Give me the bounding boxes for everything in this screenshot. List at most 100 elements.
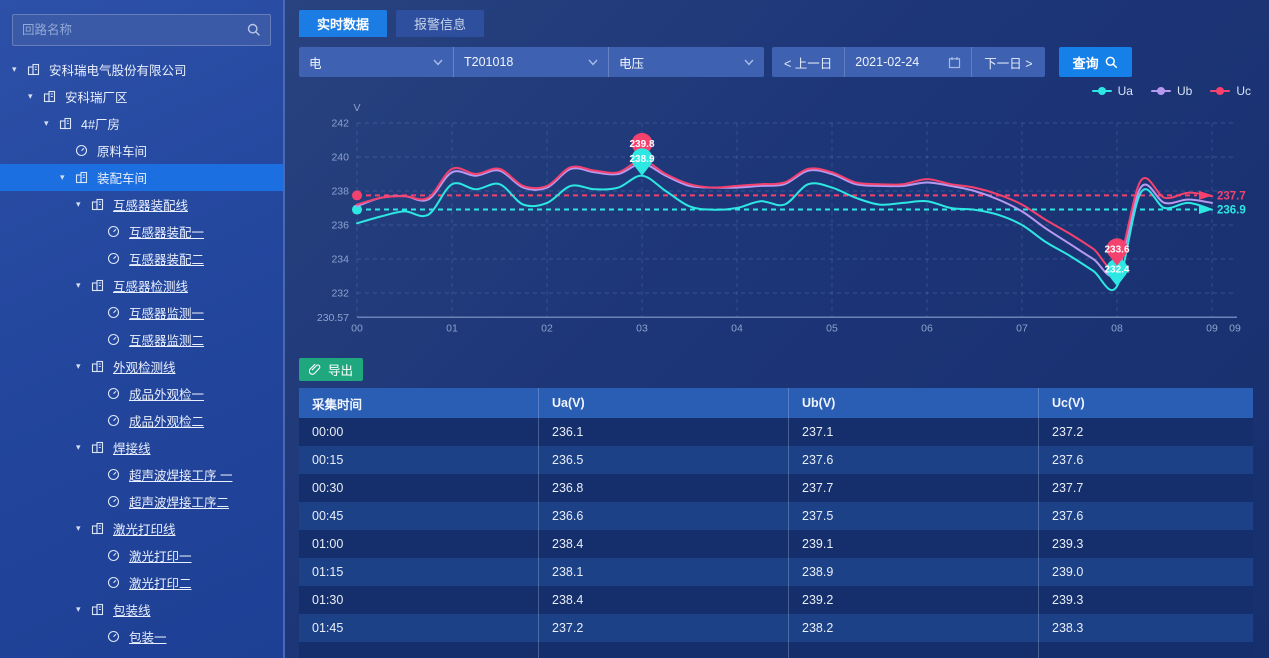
tree-item[interactable]: ▾装配车间 [0, 164, 283, 191]
tree-item[interactable]: ▾外观检测线 [0, 353, 283, 380]
svg-text:09: 09 [1229, 322, 1241, 334]
tree-item-label: 包装线 [113, 600, 151, 619]
tree-expand-arrow-icon[interactable]: ▾ [76, 199, 91, 210]
paperclip-icon [309, 363, 322, 376]
table-cell: 238.3 [1039, 614, 1253, 642]
tree-item[interactable]: 包装一 [0, 623, 283, 650]
export-button[interactable]: 导出 [299, 358, 363, 381]
tree-item[interactable]: 互感器监测一 [0, 299, 283, 326]
main-panel: 实时数据 报警信息 电 T201018 电压 < 上一日 2021-02-24 [285, 0, 1269, 658]
svg-text:238: 238 [331, 186, 349, 198]
table-cell: 00:00 [299, 418, 539, 446]
table-cell: 00:45 [299, 502, 539, 530]
tree-item[interactable]: 激光打印二 [0, 569, 283, 596]
table-cell: 238.4 [539, 586, 789, 614]
svg-text:01: 01 [446, 322, 458, 334]
tree-item[interactable]: ▾ 互感器装配线 [0, 191, 283, 218]
parameter-select[interactable]: 电压 [609, 47, 764, 77]
query-label: 查询 [1073, 53, 1099, 72]
building-icon [91, 360, 107, 373]
extreme-marker-pin: 238.9 [629, 148, 654, 176]
tree-item[interactable]: 超声波焊接工序二 [0, 488, 283, 515]
tree-item-label: 互感器装配线 [113, 195, 188, 214]
tree-expand-arrow-icon[interactable]: ▾ [12, 64, 27, 75]
chevron-down-icon [588, 59, 598, 66]
voltage-chart-wrap: 242240238236234232230.57V000102030405060… [299, 101, 1255, 354]
tree-expand-arrow-icon[interactable]: ▾ [76, 442, 91, 453]
energy-type-select[interactable]: 电 [299, 47, 454, 77]
tree-item[interactable]: ▾ 包装线 [0, 596, 283, 623]
table-row: 00:00236.1237.1237.2 [299, 418, 1253, 446]
tab-alarm-info[interactable]: 报警信息 [396, 10, 484, 37]
table-row: 01:45237.2238.2238.3 [299, 614, 1253, 642]
svg-text:04: 04 [731, 322, 743, 334]
tree-item-label: 互感器监测二 [129, 330, 204, 349]
legend-item-ub[interactable]: Ub [1151, 83, 1192, 99]
tree-item[interactable]: 超声波焊接工序 一 [0, 461, 283, 488]
tree-item-label: 原料车间 [97, 141, 147, 160]
table-header-cell: Ua(V) [539, 388, 789, 418]
filter-bar: 电 T201018 电压 < 上一日 2021-02-24 [299, 47, 1255, 77]
device-select[interactable]: T201018 [454, 47, 609, 77]
tree-item[interactable]: 激光打印一 [0, 542, 283, 569]
tree-expand-arrow-icon[interactable]: ▾ [76, 280, 91, 291]
date-picker[interactable]: 2021-02-24 [844, 47, 972, 77]
tree-item[interactable]: 成品外观检一 [0, 380, 283, 407]
tree-item[interactable]: ▾ 安科瑞厂区 [0, 83, 283, 110]
tree-expand-arrow-icon[interactable]: ▾ [76, 361, 91, 372]
svg-text:02: 02 [541, 322, 553, 334]
next-day-button[interactable]: 下一日 > [972, 47, 1044, 77]
table-cell: 239.3 [1039, 586, 1253, 614]
tree-item[interactable]: 互感器装配二 [0, 245, 283, 272]
tree-expand-arrow-icon[interactable]: ▾ [76, 523, 91, 534]
voltage-chart: 242240238236234232230.57V000102030405060… [299, 101, 1253, 351]
tree-expand-arrow-icon[interactable]: ▾ [28, 91, 43, 102]
search-icon[interactable] [247, 23, 261, 37]
circuit-search-box[interactable] [12, 14, 271, 46]
tree-item[interactable]: 互感器监测二 [0, 326, 283, 353]
energy-type-value: 电 [309, 53, 433, 72]
tree-expand-arrow-icon[interactable]: ▾ [44, 118, 59, 129]
gauge-icon [75, 144, 91, 157]
tree-item[interactable]: 原料车间 [0, 137, 283, 164]
tree-item[interactable]: ▾焊接线 [0, 434, 283, 461]
chevron-down-icon [433, 59, 443, 66]
circuit-tree: ▾安科瑞电气股份有限公司▾安科瑞厂区▾4#厂房原料车间▾装配车间▾互感器装配线互… [0, 56, 283, 650]
search-input[interactable] [22, 23, 247, 37]
tree-item[interactable]: ▾ 4#厂房 [0, 110, 283, 137]
tree-expand-arrow-icon[interactable]: ▾ [60, 172, 75, 183]
tree-item[interactable]: 互感器装配一 [0, 218, 283, 245]
tree-item-label: 4#厂房 [81, 114, 120, 133]
tree-item-label: 安科瑞厂区 [65, 87, 128, 106]
tree-item[interactable]: ▾激光打印线 [0, 515, 283, 542]
tree-item-label: 超声波焊接工序二 [129, 492, 229, 511]
svg-text:236.9: 236.9 [1217, 205, 1246, 217]
tree-item[interactable]: ▾安科瑞电气股份有限公司 [0, 56, 283, 83]
tree-item[interactable]: ▾互感器检测线 [0, 272, 283, 299]
query-button[interactable]: 查询 [1059, 47, 1132, 77]
building-icon [59, 117, 75, 130]
svg-text:237.7: 237.7 [1217, 190, 1246, 202]
gauge-icon [107, 333, 123, 346]
table-cell: 238.1 [539, 558, 789, 586]
tree-item-label: 互感器装配一 [129, 222, 204, 241]
legend-label: Ua [1118, 84, 1133, 98]
table-cell: 01:00 [299, 530, 539, 558]
table-cell: 237.1 [789, 418, 1039, 446]
table-cell: 239.2 [789, 586, 1039, 614]
prev-day-button[interactable]: < 上一日 [772, 47, 844, 77]
tab-realtime-data[interactable]: 实时数据 [299, 10, 387, 37]
table-cell: 237.7 [789, 474, 1039, 502]
table-cell: 01:15 [299, 558, 539, 586]
gauge-icon [107, 252, 123, 265]
legend-item-uc[interactable]: Uc [1210, 83, 1251, 99]
tree-item-label: 成品外观检一 [129, 384, 204, 403]
table-header-cell: Uc(V) [1039, 388, 1253, 418]
tree-expand-arrow-icon[interactable]: ▾ [76, 604, 91, 615]
legend-item-ua[interactable]: Ua [1092, 83, 1133, 99]
table-cell: 237.2 [539, 614, 789, 642]
calendar-icon [948, 56, 961, 69]
svg-text:00: 00 [351, 322, 363, 334]
tree-item[interactable]: 成品外观检二 [0, 407, 283, 434]
building-icon [91, 441, 107, 454]
